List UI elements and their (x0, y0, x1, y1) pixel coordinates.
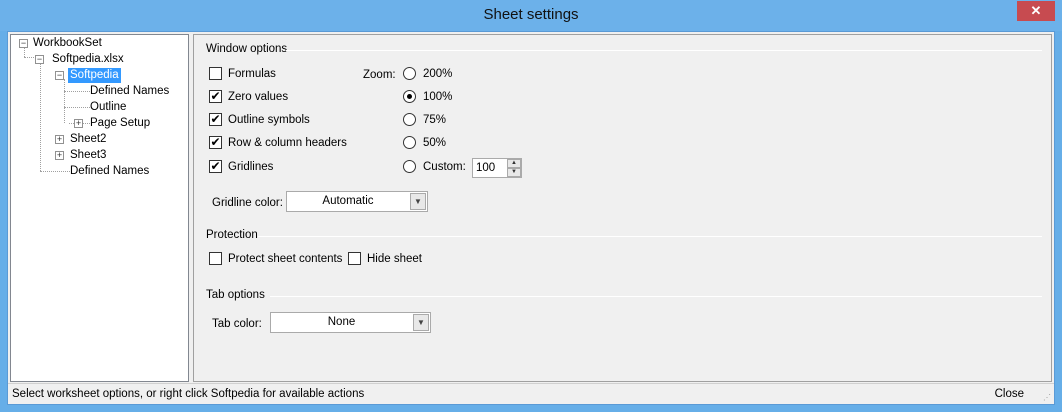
tree-item-defined-names-root[interactable]: Defined Names (70, 164, 149, 179)
custom-zoom-stepper[interactable]: 100 ▲ ▼ (472, 158, 522, 178)
protect-sheet-checkbox[interactable] (209, 252, 222, 265)
title-bar: Sheet settings ✕ (0, 0, 1062, 31)
stepper-up-icon[interactable]: ▲ (507, 159, 521, 168)
stepper-down-icon[interactable]: ▼ (507, 168, 521, 177)
group-divider (258, 236, 1042, 237)
window-title: Sheet settings (483, 6, 579, 23)
zoom-50-radio[interactable] (403, 136, 416, 149)
check-icon: ✔ (210, 112, 221, 126)
expand-icon[interactable]: + (55, 151, 64, 160)
hide-sheet-checkbox[interactable] (348, 252, 361, 265)
formulas-label: Formulas (228, 68, 276, 80)
collapse-icon[interactable]: − (55, 71, 64, 80)
settings-panel: Window options Formulas ✔ Zero values ✔ … (193, 34, 1052, 382)
dialog-client: − WorkbookSet − Softpedia.xlsx − Softped… (7, 31, 1055, 405)
tree-item-sheet2[interactable]: Sheet2 (70, 132, 106, 147)
tab-options-title: Tab options (206, 289, 265, 301)
collapse-icon[interactable]: − (19, 39, 28, 48)
window-options-title: Window options (206, 43, 288, 55)
gridline-color-label: Gridline color: (212, 197, 283, 209)
zoom-custom-label: Custom: (423, 161, 466, 173)
gridlines-label: Gridlines (228, 161, 274, 173)
tree-item-page-setup[interactable]: Page Setup (90, 116, 150, 131)
tree-connector (24, 47, 25, 57)
tree-item-outline[interactable]: Outline (90, 100, 126, 115)
gridline-color-value: Automatic (322, 195, 374, 207)
chevron-down-icon[interactable]: ▼ (410, 193, 426, 210)
check-icon: ✔ (210, 159, 221, 173)
row-column-headers-label: Row & column headers (228, 137, 347, 149)
hide-sheet-label: Hide sheet (367, 253, 422, 265)
zoom-custom-radio[interactable] (403, 160, 416, 173)
zero-values-label: Zero values (228, 91, 289, 103)
tree-connector (40, 171, 72, 172)
gridline-color-dropdown[interactable]: Automatic ▼ (286, 191, 428, 212)
tree-item-sheet3[interactable]: Sheet3 (70, 148, 106, 163)
status-text: Select worksheet options, or right click… (12, 388, 365, 400)
tree-item-sheet-softpedia[interactable]: Softpedia (68, 68, 121, 83)
zoom-100-label: 100% (423, 91, 453, 103)
tree-connector (64, 91, 90, 92)
tree-connector (64, 107, 90, 108)
tab-color-dropdown[interactable]: None ▼ (270, 312, 431, 333)
zoom-200-radio[interactable] (403, 67, 416, 80)
protect-sheet-label: Protect sheet contents (228, 253, 343, 265)
tree-connector (40, 63, 41, 171)
close-button[interactable]: Close (995, 388, 1024, 400)
group-divider (286, 50, 1042, 51)
expand-icon[interactable]: + (55, 135, 64, 144)
zoom-75-radio[interactable] (403, 113, 416, 126)
gridlines-checkbox[interactable]: ✔ (209, 160, 222, 173)
zoom-100-radio[interactable] (403, 90, 416, 103)
tab-color-label: Tab color: (212, 318, 262, 330)
tab-color-value: None (327, 316, 356, 328)
outline-symbols-checkbox[interactable]: ✔ (209, 113, 222, 126)
check-icon: ✔ (210, 135, 221, 149)
protection-title: Protection (206, 229, 258, 241)
group-divider (270, 296, 1042, 297)
zoom-50-label: 50% (423, 137, 447, 149)
tree-item-file[interactable]: Softpedia.xlsx (52, 52, 124, 67)
tree-connector (64, 79, 65, 123)
row-column-headers-checkbox[interactable]: ✔ (209, 136, 222, 149)
status-bar: Select worksheet options, or right click… (8, 383, 1054, 404)
chevron-down-icon[interactable]: ▼ (413, 314, 429, 331)
formulas-checkbox[interactable] (209, 67, 222, 80)
tree-item-workbookset[interactable]: WorkbookSet (33, 36, 102, 51)
expand-icon[interactable]: + (74, 119, 83, 128)
check-icon: ✔ (210, 89, 221, 103)
stepper-buttons: ▲ ▼ (507, 159, 521, 177)
window-close-button[interactable]: ✕ (1017, 1, 1055, 21)
zoom-75-label: 75% (423, 114, 447, 126)
collapse-icon[interactable]: − (35, 55, 44, 64)
workbook-tree[interactable]: − WorkbookSet − Softpedia.xlsx − Softped… (10, 34, 189, 382)
zoom-label: Zoom: (363, 69, 396, 81)
zoom-200-label: 200% (423, 68, 453, 80)
tree-item-defined-names[interactable]: Defined Names (90, 84, 169, 99)
resize-grip-icon[interactable]: ⋰ (1043, 393, 1053, 403)
zero-values-checkbox[interactable]: ✔ (209, 90, 222, 103)
outline-symbols-label: Outline symbols (228, 114, 310, 126)
custom-zoom-value: 100 (476, 162, 496, 174)
